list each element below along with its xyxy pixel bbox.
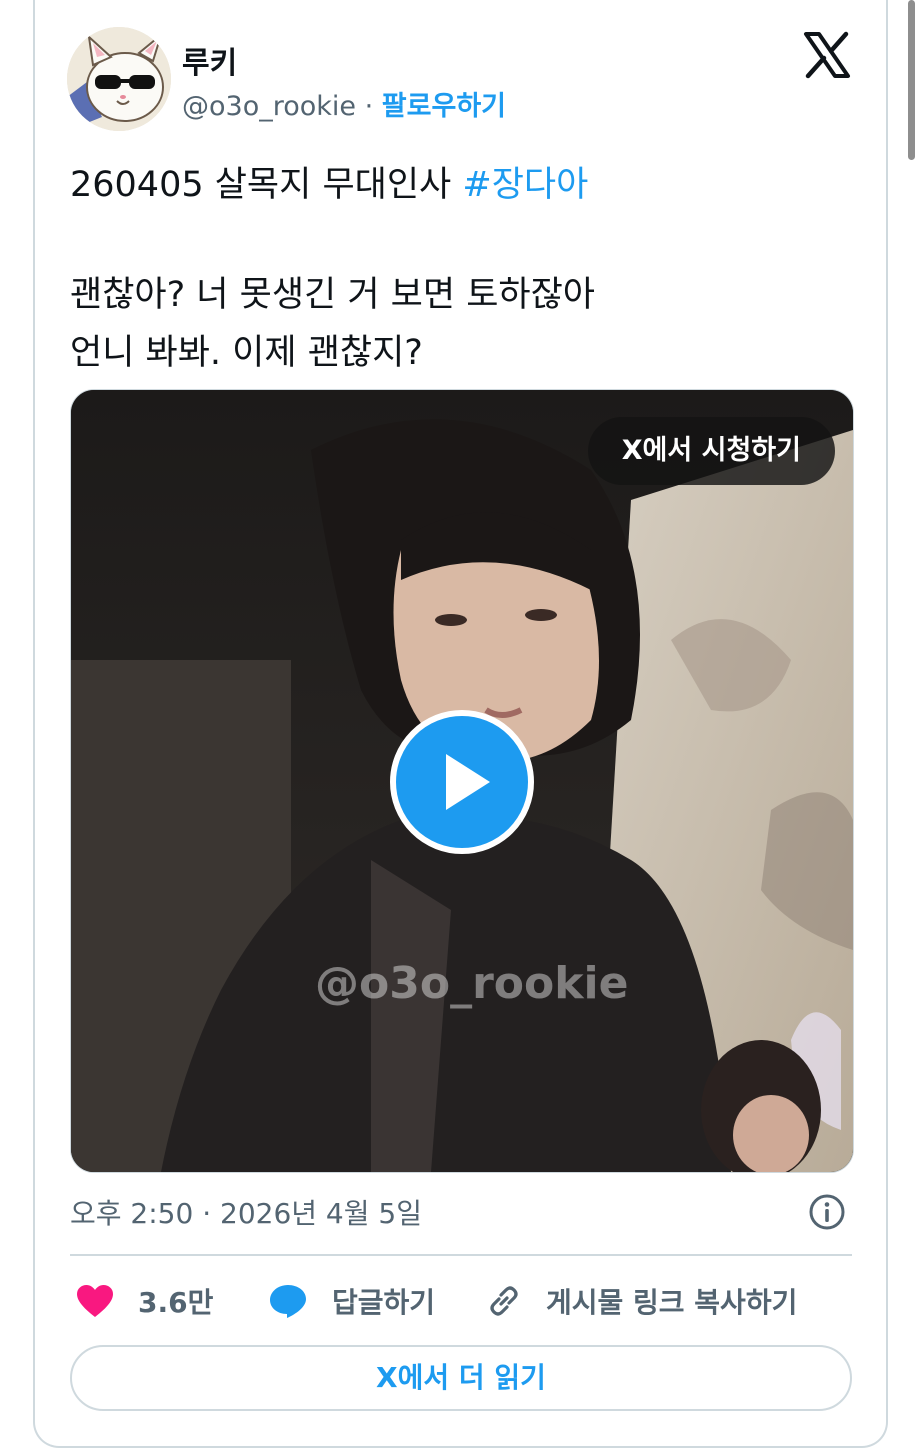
watch-on-x-button[interactable]: X에서 시청하기: [587, 417, 835, 485]
author-name[interactable]: 루키: [182, 38, 237, 82]
handle-separator: ·: [364, 91, 374, 122]
author-handle[interactable]: @o3o_rookie: [182, 91, 356, 122]
reply-button[interactable]: 답글하기: [268, 1276, 435, 1326]
reply-label: 답글하기: [332, 1286, 436, 1319]
avatar[interactable]: [67, 27, 171, 131]
info-icon[interactable]: [808, 1193, 846, 1231]
author-handle-row: @o3o_rookie · 팔로우하기: [182, 84, 506, 123]
tweet-line-3: 언니 봐봐. 이제 괜찮지?: [70, 333, 423, 373]
tweet-title: 260405 살목지 무대인사: [70, 165, 463, 205]
like-count: 3.6만: [138, 1286, 214, 1319]
hashtag-link[interactable]: #장다아: [462, 165, 588, 205]
x-logo-icon[interactable]: [802, 30, 852, 80]
video-media[interactable]: X에서 시청하기 @o3o_rookie: [70, 389, 854, 1173]
tweet-timestamp[interactable]: 오후 2:50 · 2026년 4월 5일: [70, 1192, 422, 1232]
follow-button[interactable]: 팔로우하기: [382, 91, 506, 122]
video-watermark: @o3o_rookie: [315, 958, 629, 1009]
play-button[interactable]: [390, 710, 534, 854]
divider: [70, 1254, 852, 1256]
read-more-on-x-button[interactable]: X에서 더 읽기: [70, 1345, 852, 1411]
scrollbar[interactable]: [908, 0, 915, 160]
copy-link-label: 게시물 링크 복사하기: [546, 1286, 798, 1319]
tweet-line-1: 260405 살목지 무대인사 #장다아: [70, 156, 850, 214]
copy-link-button[interactable]: 게시물 링크 복사하기: [486, 1276, 797, 1326]
tweet-line-2: 괜찮아? 너 못생긴 거 보면 토하잖아: [70, 275, 596, 315]
tweet-text: 260405 살목지 무대인사 #장다아 괜찮아? 너 못생긴 거 보면 토하잖…: [70, 156, 850, 382]
play-icon: [446, 754, 490, 810]
link-icon: [490, 1286, 518, 1316]
reply-icon: [270, 1285, 306, 1318]
heart-icon: [77, 1285, 113, 1317]
like-button[interactable]: 3.6만: [76, 1276, 213, 1326]
avatar-cat-image: [67, 27, 171, 131]
action-bar: 3.6만 답글하기 게시물 링크 복사하기: [70, 1276, 852, 1326]
